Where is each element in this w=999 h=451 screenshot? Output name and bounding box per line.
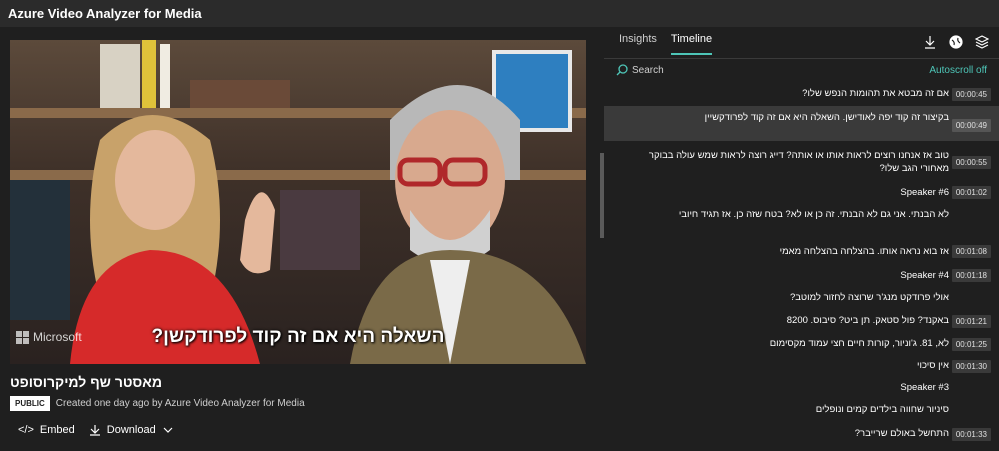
download-icon — [89, 425, 100, 436]
search-icon — [616, 64, 628, 76]
timeline-row[interactable]: לא הבנתי. אני גם לא הבנתי. זה כן או לא? … — [604, 203, 999, 239]
book — [160, 44, 170, 108]
player-pane: Microsoft השאלה היא אם זה קוד לפרודקשן? … — [0, 27, 600, 451]
timeline-row[interactable]: באקנד? פול סטאק. תן ביט? סיבוס. 8200 00:… — [604, 309, 999, 333]
timeline-row[interactable]: טוב אז אנחנו רוצים לראות אותו או אותה? ד… — [604, 141, 999, 181]
app-title: Azure Video Analyzer for Media — [8, 6, 202, 21]
speaker-row[interactable]: Speaker #3 — [604, 377, 999, 399]
video-meta: PUBLIC Created one day ago by Azure Vide… — [10, 396, 305, 411]
download-icon[interactable] — [923, 35, 937, 49]
timeline-list: אם זה מבטא את תהומות הנפש שלו? 00:00:45 … — [604, 82, 999, 451]
public-badge: PUBLIC — [10, 396, 50, 411]
video-actions: </> Embed Download — [18, 424, 174, 436]
book — [100, 44, 140, 108]
created-text: Created one day ago by Azure Video Analy… — [55, 398, 305, 409]
speaker-row[interactable]: Speaker #6 00:01:02 — [604, 181, 999, 203]
timeline-row[interactable]: אין סיכוי 00:01:30 — [604, 355, 999, 377]
video-subtitle: השאלה היא אם זה קוד לפרודקשן? — [151, 326, 445, 347]
chevron-down-icon — [163, 427, 173, 433]
tab-timeline[interactable]: Timeline — [670, 33, 713, 55]
panel-tabs: Insights Timeline — [619, 33, 713, 55]
book — [142, 40, 156, 108]
video-player[interactable]: Microsoft השאלה היא אם זה קוד לפרודקשן? — [10, 40, 586, 364]
search-row: Search Autoscroll off — [604, 59, 999, 82]
timeline-row[interactable]: אם זה מבטא את תהומות הנפש שלו? 00:00:45 — [604, 82, 999, 106]
timeline-row[interactable]: אז בוא נראה אותו. בהצלחה בהצלחה מאמי 00:… — [604, 239, 999, 265]
code-icon: </> — [18, 424, 34, 436]
globe-icon[interactable] — [949, 35, 963, 49]
layers-icon[interactable] — [975, 35, 989, 49]
video-title: מאסטר שף למיקרוסופט — [10, 374, 163, 390]
timeline-row[interactable]: סיניור שחווה בילדים קמים ונופלים — [604, 399, 999, 421]
man-figure — [350, 85, 586, 364]
speaker-row[interactable]: Speaker #4 00:01:18 — [604, 265, 999, 287]
timeline-row[interactable]: אולי פרודקט מנג'ר שרוצה לחזור למוטב? — [604, 287, 999, 309]
timeline-row[interactable]: בקיצור זה קוד יפה לאודישן. השאלה היא אם … — [604, 106, 999, 141]
app-header: Azure Video Analyzer for Media — [0, 0, 999, 27]
timeline-row[interactable]: התחשל באולם שרייבר? 00:01:33 — [604, 421, 999, 445]
download-button[interactable]: Download — [89, 424, 174, 436]
search-input[interactable]: Search — [632, 65, 664, 76]
panel-toolbar — [923, 35, 989, 49]
insights-panel: Insights Timeline Search Autoscroll off … — [604, 27, 999, 451]
tab-insights[interactable]: Insights — [619, 33, 657, 55]
woman-figure — [70, 115, 275, 364]
autoscroll-toggle[interactable]: Autoscroll off — [929, 65, 987, 76]
embed-button[interactable]: </> Embed — [18, 424, 75, 436]
timeline-row[interactable]: לא, 81. ג'וניור, קורות חיים חצי עמוד מקס… — [604, 333, 999, 355]
